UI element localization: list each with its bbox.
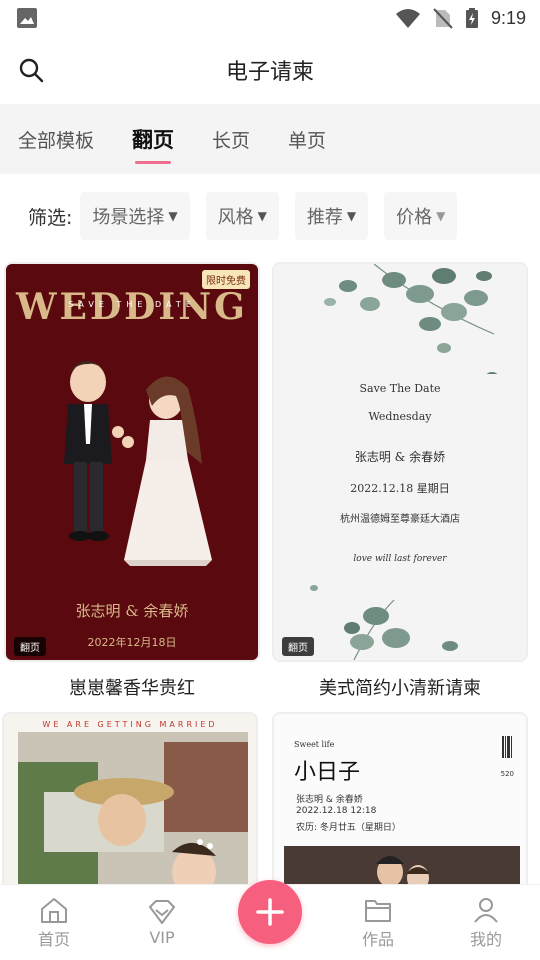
wifi-icon — [395, 9, 420, 28]
barcode-icon — [502, 736, 512, 758]
nav-home-label: 首页 — [37, 929, 70, 949]
filter-recommend[interactable]: 推荐 ▼ — [294, 192, 369, 240]
tab-long-page[interactable]: 长页 — [212, 104, 250, 174]
image-icon — [17, 8, 37, 28]
page-title: 电子请柬 — [225, 60, 314, 85]
caret-down-icon: ▼ — [257, 209, 267, 223]
filter-scene[interactable]: 场景选择 ▼ — [80, 192, 190, 240]
eucalyptus-leaves-illustration — [324, 264, 498, 374]
filter-recommend-label: 推荐 — [306, 207, 343, 228]
template-thumbnail[interactable]: Save The Date Wednesday 张志明 & 余春娇 2022.1… — [272, 262, 528, 662]
battery-charging-icon — [465, 8, 478, 28]
filter-price[interactable]: 价格 ▼ — [384, 192, 458, 240]
nav-profile[interactable]: 我的 — [432, 885, 540, 960]
nav-profile-label: 我的 — [469, 929, 502, 949]
nav-home[interactable]: 首页 — [0, 885, 108, 960]
caret-down-icon: ▼ — [168, 209, 178, 223]
profile-icon — [474, 897, 498, 923]
save-the-date-text: Save The Date — [359, 382, 441, 395]
couple-names: 张志明 & 余春娇 — [75, 602, 189, 620]
caret-down-icon: ▼ — [346, 209, 357, 223]
template-thumbnail[interactable]: WEDDING SAVE THE DATE 限时免费 张志明 & 余春娇 202… — [4, 262, 260, 662]
template-card[interactable]: Sweet life 小日子 张志明 & 余春娇 2022.12.18 12:1… — [272, 712, 528, 892]
template-card[interactable]: Save The Date Wednesday 张志明 & 余春娇 2022.1… — [272, 262, 528, 700]
tab-single-page[interactable]: 单页 — [288, 104, 326, 174]
nav-vip[interactable]: VIP — [108, 885, 216, 960]
template-thumbnail[interactable]: Sweet life 小日子 张志明 & 余春娇 2022.12.18 12:1… — [272, 712, 528, 892]
template-thumbnail[interactable]: WE ARE GETTING MARRIED — [2, 712, 258, 892]
filter-style[interactable]: 风格 ▼ — [205, 192, 279, 240]
filter-bar: 筛选: 场景选择 ▼ 风格 ▼ 推荐 ▼ 价格 ▼ — [0, 174, 540, 258]
tab-flip[interactable]: 翻页 — [132, 104, 174, 174]
status-time: 9:19 — [490, 7, 526, 28]
folder-icon — [365, 899, 391, 922]
lunar-date: 农历: 冬月廿五（星期日） — [296, 823, 401, 833]
template-card[interactable]: WEDDING SAVE THE DATE 限时免费 张志明 & 余春娇 202… — [4, 262, 260, 700]
filter-scene-label: 场景选择 — [92, 207, 165, 228]
nav-vip-label: VIP — [149, 928, 175, 947]
save-date-text: SAVE THE DATE — [68, 300, 196, 309]
status-bar: 9:19 — [0, 0, 540, 36]
wedding-date: 2022.12.18 12:18 — [296, 806, 377, 816]
vip-diamond-icon — [149, 900, 175, 924]
getting-married-text: WE ARE GETTING MARRIED — [42, 720, 218, 729]
plus-icon — [256, 898, 284, 926]
template-name[interactable]: 美式简约小清新请柬 — [272, 674, 528, 700]
app-header: 电子请柬 — [0, 36, 540, 104]
no-sim-icon — [433, 8, 453, 29]
wedding-date: 2022.12.18 星期日 — [350, 482, 450, 495]
filter-price-label: 价格 — [396, 207, 433, 228]
couple-names: 张志明 & 余春娇 — [354, 450, 446, 464]
flip-badge: 翻页 — [14, 637, 46, 656]
couple-names: 张志明 & 余春娇 — [296, 795, 363, 805]
sweet-life-text: Sweet life — [294, 740, 335, 749]
filter-label: 筛选: — [28, 206, 73, 229]
limited-free-badge: 限时免费 — [202, 270, 250, 289]
weekday-text: Wednesday — [368, 410, 432, 423]
couple-illustration — [64, 361, 212, 566]
barcode-number: 520 — [500, 770, 514, 778]
template-card[interactable]: WE ARE GETTING MARRIED — [2, 712, 258, 892]
tagline-text: love will last forever — [353, 554, 447, 564]
create-button[interactable] — [238, 880, 302, 944]
category-tabs: 全部模板 翻页 长页 单页 — [0, 104, 540, 174]
venue-text: 杭州温德姆至尊豪廷大酒店 — [340, 514, 460, 525]
template-big-title: 小日子 — [294, 760, 361, 785]
couple-photo — [18, 732, 248, 892]
template-name[interactable]: 崽崽馨香华贵红 — [4, 674, 260, 700]
flip-badge: 翻页 — [282, 637, 314, 656]
tab-all-templates[interactable]: 全部模板 — [18, 104, 94, 174]
nav-works-label: 作品 — [361, 929, 394, 949]
home-icon — [41, 897, 67, 923]
nav-works[interactable]: 作品 — [324, 885, 432, 960]
search-icon[interactable] — [18, 57, 44, 83]
filter-style-label: 风格 — [217, 207, 254, 228]
caret-down-icon: ▼ — [436, 209, 446, 223]
